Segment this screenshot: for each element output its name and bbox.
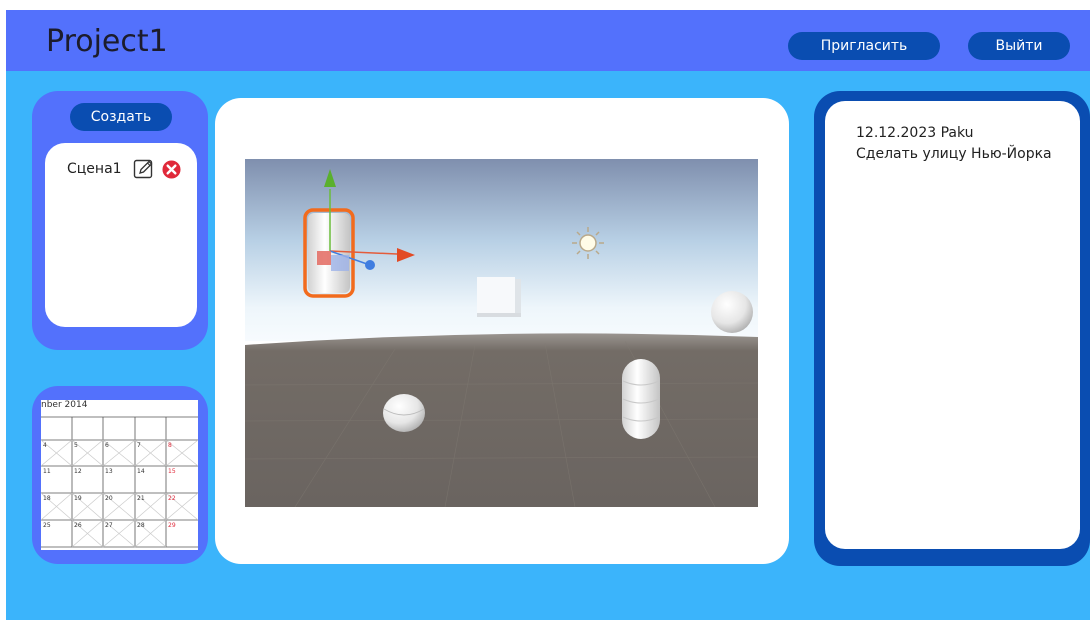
app-window: Project1 Пригласить Выйти Создать Сцена1 (6, 10, 1090, 620)
calendar-day[interactable]: 29 (168, 522, 176, 529)
calendar-day[interactable]: 8 (168, 442, 172, 449)
calendar-day[interactable]: 12 (74, 468, 82, 475)
calendar-day[interactable]: 13 (105, 468, 113, 475)
scene-list-item[interactable]: Сцена1 (67, 158, 197, 182)
z-axis-handle[interactable] (365, 260, 375, 270)
calendar-day[interactable]: 22 (168, 495, 176, 502)
close-circle-icon[interactable] (162, 160, 181, 179)
calendar-grid: 4 5 6 7 8 11 12 13 14 15 18 19 20 21 22 25 26 27 28 29 (41, 416, 198, 548)
scenes-list: Сцена1 (45, 143, 197, 327)
calendar-day[interactable]: 14 (137, 468, 145, 475)
calendar-panel: nber 2014 4 5 6 7 8 11 12 13 14 15 18 19… (32, 386, 208, 564)
scene-viewport-panel (215, 98, 789, 564)
calendar-day[interactable]: 15 (168, 468, 176, 475)
logout-button[interactable]: Выйти (968, 32, 1070, 60)
calendar-day[interactable]: 11 (43, 468, 51, 475)
calendar-day[interactable]: 6 (105, 442, 109, 449)
calendar-day[interactable]: 27 (105, 522, 113, 529)
note-header: 12.12.2023 Paku (856, 125, 974, 141)
notes-panel: 12.12.2023 Paku Сделать улицу Нью-Йорка (814, 91, 1090, 566)
capsule-object[interactable] (622, 359, 660, 439)
scene-name: Сцена1 (67, 161, 122, 177)
cube-object[interactable] (477, 277, 521, 317)
calendar-image[interactable]: nber 2014 4 5 6 7 8 11 12 13 14 15 18 19… (41, 400, 198, 550)
calendar-day[interactable]: 7 (137, 442, 141, 449)
notes-list: 12.12.2023 Paku Сделать улицу Нью-Йорка (825, 101, 1080, 549)
create-scene-button[interactable]: Создать (70, 103, 172, 131)
calendar-day[interactable]: 26 (74, 522, 82, 529)
calendar-day[interactable]: 20 (105, 495, 113, 502)
note-text: Сделать улицу Нью-Йорка (856, 146, 1052, 162)
pencil-edit-icon[interactable] (133, 158, 155, 180)
calendar-day[interactable]: 19 (74, 495, 82, 502)
scene-3d-view[interactable] (245, 159, 758, 507)
calendar-day[interactable]: 4 (43, 442, 47, 449)
calendar-day[interactable]: 25 (43, 522, 51, 529)
calendar-day[interactable]: 21 (137, 495, 145, 502)
calendar-day[interactable]: 5 (74, 442, 78, 449)
calendar-day[interactable]: 18 (43, 495, 51, 502)
top-bar: Project1 Пригласить Выйти (6, 10, 1090, 71)
project-title: Project1 (46, 24, 168, 59)
sphere-object[interactable] (383, 394, 425, 432)
sphere-object[interactable] (711, 291, 753, 333)
invite-button[interactable]: Пригласить (788, 32, 940, 60)
calendar-day[interactable]: 28 (137, 522, 145, 529)
scenes-panel: Создать Сцена1 (32, 91, 208, 350)
